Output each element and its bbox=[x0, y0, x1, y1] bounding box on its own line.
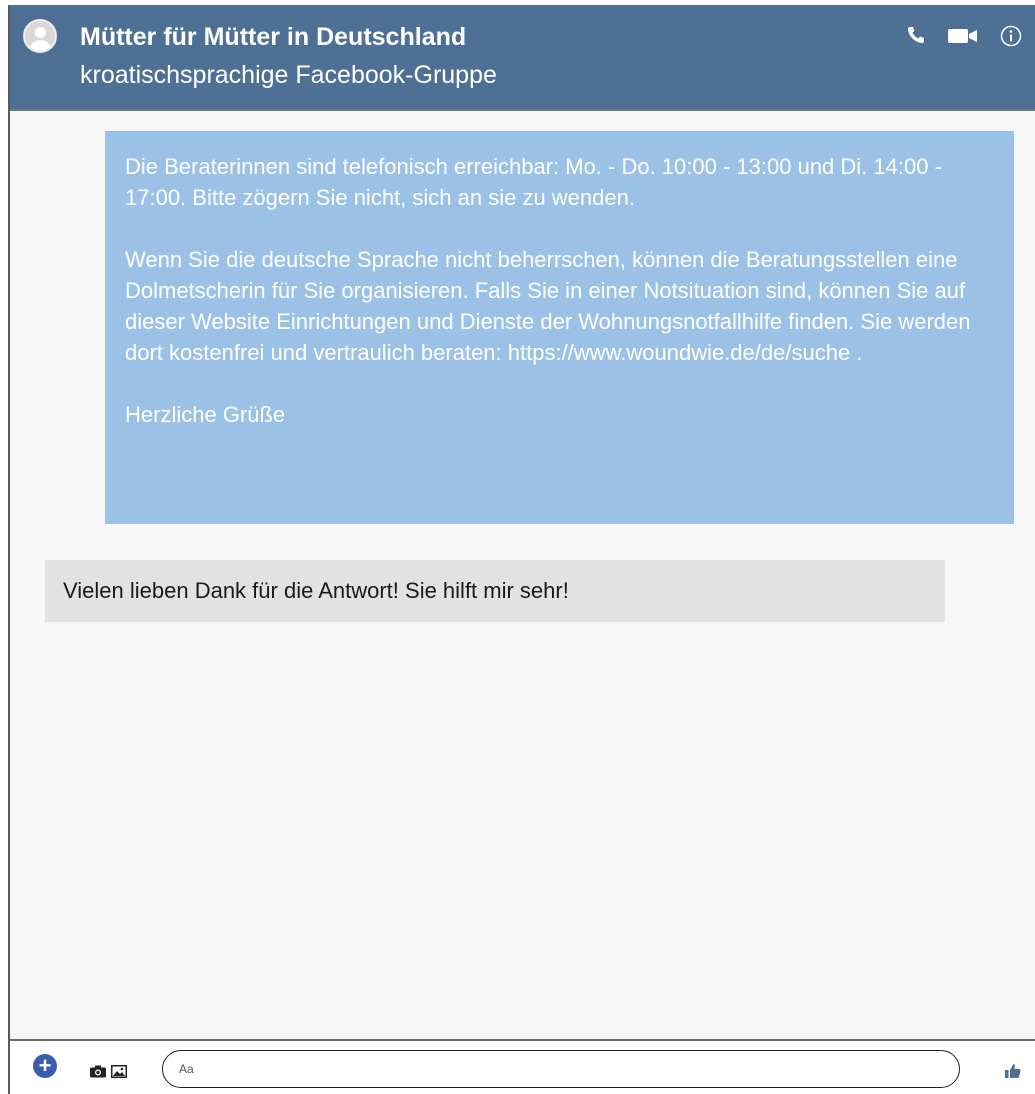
message-signature: Herzliche Grüße bbox=[125, 402, 286, 427]
phone-icon[interactable] bbox=[906, 25, 926, 45]
info-icon[interactable] bbox=[1000, 25, 1022, 47]
avatar[interactable] bbox=[23, 19, 57, 53]
message-paragraph: Wenn Sie die deutsche Sprache nicht behe… bbox=[125, 247, 971, 365]
avatar-head bbox=[35, 27, 46, 38]
camera-icon[interactable] bbox=[90, 1065, 106, 1078]
outgoing-message-bubble: Die Beraterinnen sind telefonisch erreic… bbox=[105, 131, 1014, 524]
chat-subtitle: kroatischsprachige Facebook-Gruppe bbox=[80, 61, 497, 89]
message-input[interactable] bbox=[162, 1050, 960, 1088]
message-composer: + bbox=[10, 1039, 1035, 1094]
like-icon[interactable] bbox=[1005, 1063, 1021, 1079]
message-text: Vielen lieben Dank für die Antwort! Sie … bbox=[63, 578, 569, 603]
avatar-body bbox=[29, 40, 52, 51]
chat-window: Mütter für Mütter in Deutschland kroatis… bbox=[8, 5, 1035, 1094]
chat-header: Mütter für Mütter in Deutschland kroatis… bbox=[10, 5, 1035, 111]
plus-icon[interactable]: + bbox=[33, 1054, 57, 1078]
message-paragraph: Die Beraterinnen sind telefonisch erreic… bbox=[125, 154, 942, 210]
chat-title: Mütter für Mütter in Deutschland bbox=[80, 23, 467, 51]
video-icon[interactable] bbox=[948, 28, 978, 44]
incoming-message-bubble: Vielen lieben Dank für die Antwort! Sie … bbox=[45, 560, 945, 622]
image-icon[interactable] bbox=[111, 1065, 127, 1078]
